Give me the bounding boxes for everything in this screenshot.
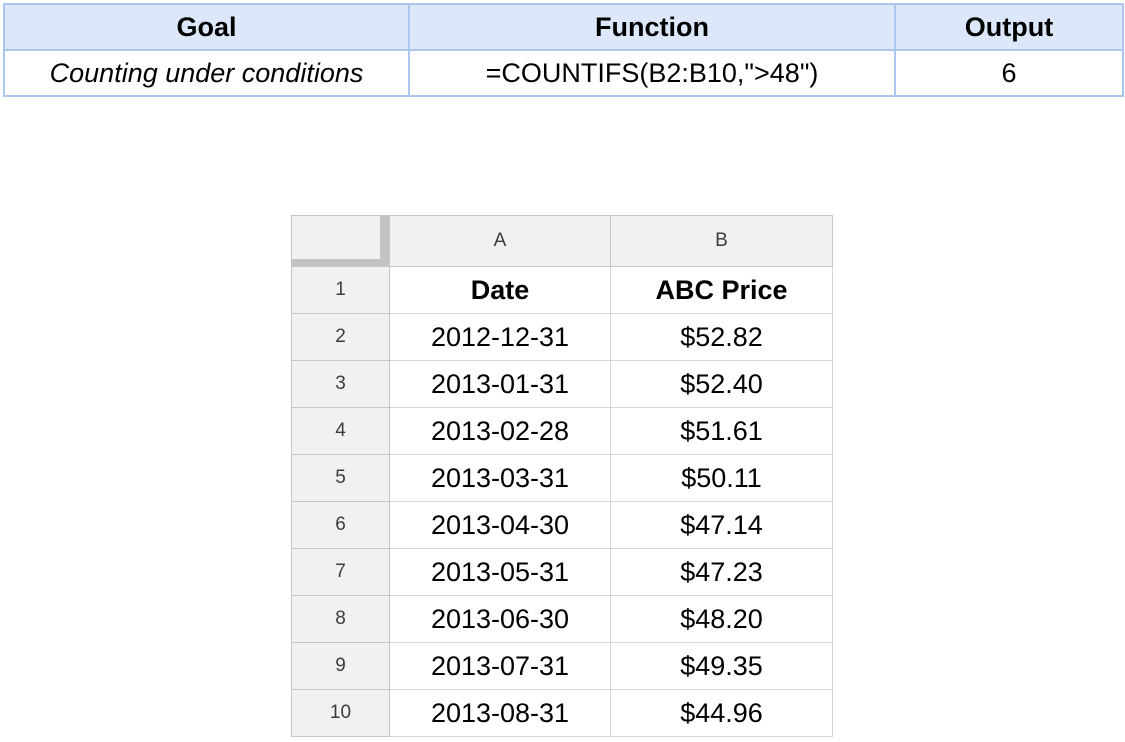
cell-b[interactable]: $52.40 [610,360,833,408]
cell-b[interactable]: $48.20 [610,595,833,643]
row-header[interactable]: 6 [291,501,390,549]
table-row: 7 2013-05-31 $47.23 [291,548,833,596]
cell-b[interactable]: $44.96 [610,689,833,737]
cell-a[interactable]: 2013-07-31 [389,642,611,690]
row-header[interactable]: 9 [291,642,390,690]
spreadsheet-grid: A B 1 Date ABC Price 2 2012-12-31 $52.82 3 2013… [291,215,833,737]
table-row: 2 2012-12-31 $52.82 [291,313,833,361]
row-header[interactable]: 7 [291,548,390,596]
table-row: 9 2013-07-31 $49.35 [291,642,833,690]
row-header[interactable]: 5 [291,454,390,502]
cell-b[interactable]: $51.61 [610,407,833,455]
header-function: Function [408,3,896,51]
table-row: 4 2013-02-28 $51.61 [291,407,833,455]
function-cell: =COUNTIFS(B2:B10,">48") [408,49,896,97]
corner-freeze-bar-horizontal[interactable] [292,259,389,266]
table-row: 5 2013-03-31 $50.11 [291,454,833,502]
table-row: 1 Date ABC Price [291,266,833,314]
column-header-row: A B [291,215,833,267]
table-row: 10 2013-08-31 $44.96 [291,689,833,737]
cell-b[interactable]: $52.82 [610,313,833,361]
column-header-b[interactable]: B [610,215,833,267]
table-row: 6 2013-04-30 $47.14 [291,501,833,549]
table-row: 3 2013-01-31 $52.40 [291,360,833,408]
cell-a[interactable]: 2013-08-31 [389,689,611,737]
cell-b[interactable]: $49.35 [610,642,833,690]
row-header[interactable]: 2 [291,313,390,361]
cell-b[interactable]: $50.11 [610,454,833,502]
row-header[interactable]: 1 [291,266,390,314]
cell-a[interactable]: 2013-06-30 [389,595,611,643]
cell-a-header[interactable]: Date [389,266,611,314]
cell-a[interactable]: 2013-02-28 [389,407,611,455]
cell-b[interactable]: $47.14 [610,501,833,549]
summary-table: Goal Function Output Counting under cond… [3,3,1124,97]
cell-a[interactable]: 2012-12-31 [389,313,611,361]
header-goal: Goal [3,3,410,51]
row-header[interactable]: 8 [291,595,390,643]
summary-data-row: Counting under conditions =COUNTIFS(B2:B… [3,49,1124,97]
cell-a[interactable]: 2013-05-31 [389,548,611,596]
row-header[interactable]: 10 [291,689,390,737]
goal-cell: Counting under conditions [3,49,410,97]
summary-header-row: Goal Function Output [3,3,1124,51]
header-output: Output [894,3,1124,51]
cell-b-header[interactable]: ABC Price [610,266,833,314]
row-header[interactable]: 4 [291,407,390,455]
cell-b[interactable]: $47.23 [610,548,833,596]
output-cell: 6 [894,49,1124,97]
column-header-a[interactable]: A [389,215,611,267]
cell-a[interactable]: 2013-04-30 [389,501,611,549]
cell-a[interactable]: 2013-03-31 [389,454,611,502]
row-header[interactable]: 3 [291,360,390,408]
table-row: 8 2013-06-30 $48.20 [291,595,833,643]
cell-a[interactable]: 2013-01-31 [389,360,611,408]
select-all-corner[interactable] [291,215,390,267]
